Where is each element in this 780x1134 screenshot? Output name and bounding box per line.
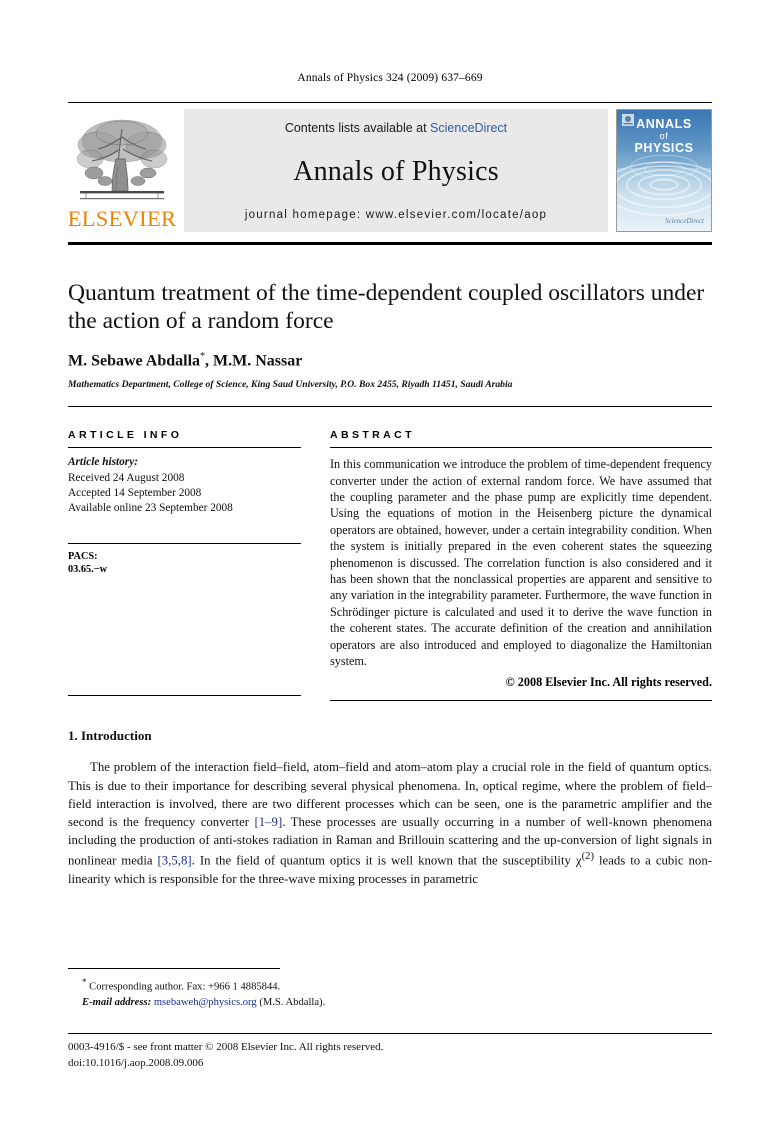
author-names-rest: , M.M. Nassar — [205, 352, 303, 370]
cover-line-3: PHYSICS — [634, 141, 694, 156]
footnote-marker: * — [82, 977, 87, 987]
abstract-copyright: © 2008 Elsevier Inc. All rights reserved… — [505, 675, 712, 690]
abstract-column: ABSTRACT In this communication we introd… — [330, 429, 712, 702]
article-info-column: ARTICLE INFO Article history: Received 2… — [68, 429, 301, 701]
footer-issn-block: 0003-4916/$ - see front matter © 2008 El… — [68, 1032, 712, 1072]
affiliation: Mathematics Department, College of Scien… — [68, 379, 513, 391]
history-online: Available online 23 September 2008 — [68, 502, 233, 515]
paper-page: Annals of Physics 324 (2009) 637–669 ELS… — [0, 0, 780, 1134]
footnote-corresponding-line: * Corresponding author. Fax: +966 1 4885… — [68, 976, 712, 995]
abstract-text: In this communication we introduce the p… — [330, 457, 712, 669]
journal-cover-thumbnail: ANNALS of PHYSICS ScienceDirect — [616, 109, 712, 232]
history-received: Received 24 August 2008 — [68, 471, 185, 484]
pacs-value: 03.65.−w — [68, 564, 108, 576]
footnote-area: * Corresponding author. Fax: +966 1 4885… — [68, 968, 712, 1072]
title-bottom-rule — [68, 406, 712, 408]
reference-citation-2[interactable]: [3,5,8] — [158, 854, 192, 868]
abstract-bottom-rule — [330, 700, 712, 702]
footnote-corresponding-text: Corresponding author. Fax: +966 1 488584… — [89, 981, 281, 993]
author-list: M. Sebawe Abdalla*, M.M. Nassar — [68, 351, 712, 370]
introduction-paragraph: The problem of the interaction field–fie… — [68, 758, 712, 887]
pacs-label: PACS: — [68, 550, 98, 562]
article-history-label: Article history: — [68, 456, 138, 469]
elsevier-tree-icon — [72, 115, 172, 207]
introduction-heading: 1. Introduction — [68, 728, 152, 744]
info-abstract-columns: ARTICLE INFO Article history: Received 2… — [68, 429, 712, 702]
article-info-bottom-rule — [68, 695, 301, 697]
elsevier-wordmark: ELSEVIER — [67, 205, 177, 231]
journal-homepage-line[interactable]: journal homepage: www.elsevier.com/locat… — [245, 209, 547, 221]
abstract-rule — [330, 447, 712, 449]
susceptibility-superscript: (2) — [581, 851, 594, 863]
cover-line-2: of — [659, 131, 669, 141]
footer-rule — [68, 1032, 712, 1034]
issn-line: 0003-4916/$ - see front matter © 2008 El… — [68, 1040, 384, 1053]
header-bottom-rule — [68, 242, 712, 245]
journal-title: Annals of Physics — [293, 156, 499, 187]
title-block: Quantum treatment of the time-dependent … — [68, 279, 712, 390]
intro-text-part-3: . In the field of quantum optics it is w… — [191, 853, 582, 868]
introduction-section: 1. Introduction The problem of the inter… — [68, 728, 712, 887]
author-names: M. Sebawe Abdalla — [68, 352, 201, 370]
cover-elsevier-mark-icon — [622, 114, 634, 126]
contents-prefix-text: Contents lists available at — [284, 121, 431, 135]
cover-bottom-mark: ScienceDirect — [665, 217, 704, 225]
sciencedirect-link[interactable]: ScienceDirect — [430, 121, 507, 135]
page-title: Quantum treatment of the time-dependent … — [68, 280, 705, 335]
email-address-label: E-mail address: — [82, 996, 152, 1008]
footnote-rule — [68, 968, 280, 969]
footnote-block: * Corresponding author. Fax: +966 1 4885… — [68, 976, 712, 1010]
running-head: Annals of Physics 324 (2009) 637–669 — [297, 72, 483, 84]
footnote-email-line: E-mail address: msebaweh@physics.org (M.… — [68, 995, 712, 1010]
abstract-heading: ABSTRACT — [330, 429, 415, 442]
elsevier-logo: ELSEVIER — [68, 109, 176, 232]
pacs-block: PACS: 03.65.−w — [68, 550, 301, 578]
contents-available-line: Contents lists available at ScienceDirec… — [285, 121, 507, 135]
article-info-heading: ARTICLE INFO — [68, 429, 183, 442]
journal-banner: Contents lists available at ScienceDirec… — [184, 109, 608, 232]
doi-line: doi:10.1016/j.aop.2008.09.006 — [68, 1057, 204, 1070]
article-info-rule — [68, 447, 301, 449]
pacs-top-rule — [68, 542, 301, 544]
reference-citation-1[interactable]: [1–9] — [255, 815, 283, 829]
history-accepted: Accepted 14 September 2008 — [68, 486, 202, 499]
author-email-link[interactable]: msebaweh@physics.org — [154, 997, 257, 1008]
email-suffix-text: (M.S. Abdalla). — [259, 996, 326, 1008]
journal-header-band: ELSEVIER Contents lists available at Sci… — [68, 102, 712, 232]
article-history-block: Article history: Received 24 August 2008… — [68, 455, 301, 516]
